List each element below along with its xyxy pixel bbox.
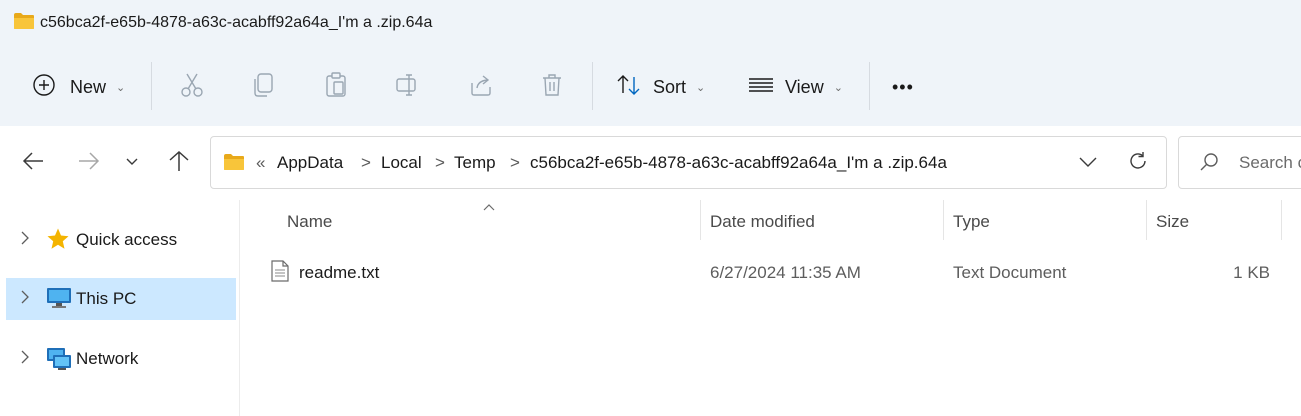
- sort-arrows-icon: [616, 73, 642, 102]
- toolbar-divider: [151, 62, 152, 110]
- new-button[interactable]: New ⌄: [32, 70, 125, 104]
- chevron-right-icon[interactable]: [20, 350, 30, 369]
- up-button[interactable]: [168, 150, 190, 176]
- star-icon: [46, 227, 70, 256]
- text-file-icon: [271, 260, 289, 287]
- breadcrumb-local[interactable]: Local: [381, 153, 422, 173]
- address-bar[interactable]: « AppData > Local > Temp > c56bca2f-e65b…: [210, 136, 1167, 189]
- file-date-modified: 6/27/2024 11:35 AM: [710, 263, 861, 282]
- toolbar-divider: [869, 62, 870, 110]
- list-view-icon: [748, 75, 774, 100]
- sidebar-item-this-pc[interactable]: This PC: [6, 278, 236, 320]
- copy-icon: [252, 72, 276, 103]
- paste-button[interactable]: [324, 70, 348, 104]
- breadcrumb-temp[interactable]: Temp: [454, 153, 496, 173]
- folder-icon: [13, 12, 35, 35]
- new-label: New: [70, 76, 107, 97]
- rename-icon: [395, 73, 421, 102]
- column-divider[interactable]: [1146, 200, 1147, 240]
- share-button[interactable]: [469, 70, 493, 104]
- breadcrumb-separator: >: [510, 153, 520, 172]
- breadcrumb-separator: >: [361, 153, 371, 172]
- view-button[interactable]: View ⌄: [748, 70, 843, 104]
- sidebar-item-label: This PC: [76, 289, 137, 308]
- search-box[interactable]: Search c: [1178, 136, 1301, 189]
- network-icon: [46, 346, 72, 377]
- sort-label: Sort: [653, 76, 687, 97]
- chevron-right-icon[interactable]: [20, 290, 30, 309]
- cut-button[interactable]: [180, 70, 204, 104]
- delete-button[interactable]: [541, 70, 563, 104]
- chevron-down-icon: ⌄: [116, 81, 126, 94]
- column-divider[interactable]: [943, 200, 944, 240]
- column-header-date-modified[interactable]: Date modified: [710, 212, 815, 232]
- sidebar-item-label: Quick access: [76, 230, 178, 249]
- breadcrumb-separator: >: [435, 153, 445, 172]
- breadcrumb-appdata[interactable]: AppData: [277, 153, 343, 173]
- more-options-button[interactable]: •••: [892, 70, 914, 104]
- trash-icon: [541, 73, 563, 102]
- chevron-down-icon: [126, 154, 138, 172]
- file-type: Text Document: [953, 263, 1067, 282]
- arrow-left-icon: [22, 151, 44, 176]
- column-header-size[interactable]: Size: [1156, 212, 1189, 232]
- sort-ascending-indicator: [483, 198, 495, 216]
- chevron-down-icon: ⌄: [833, 81, 843, 94]
- sort-button[interactable]: Sort ⌄: [616, 70, 705, 104]
- breadcrumb-current-folder[interactable]: c56bca2f-e65b-4878-a63c-acabff92a64a_I'm…: [530, 153, 947, 173]
- sidebar-item-quick-access[interactable]: Quick access: [6, 219, 236, 261]
- column-header-type[interactable]: Type: [953, 212, 990, 232]
- scissors-icon: [180, 72, 204, 103]
- arrow-right-icon: [78, 151, 100, 176]
- toolbar-divider: [592, 62, 593, 110]
- column-divider[interactable]: [1281, 200, 1282, 240]
- rename-button[interactable]: [395, 70, 421, 104]
- recent-locations-button[interactable]: [126, 150, 138, 176]
- command-bar: New ⌄ Sort ⌄ View ⌄ •••: [0, 46, 1301, 127]
- overflow-chevron[interactable]: «: [256, 153, 265, 173]
- view-label: View: [785, 76, 824, 97]
- search-icon: [1199, 152, 1219, 177]
- file-name[interactable]: readme.txt: [299, 263, 379, 283]
- file-size: 1 KB: [1233, 263, 1270, 282]
- chevron-down-icon: ⌄: [696, 81, 706, 94]
- sidebar-item-label: Network: [76, 349, 139, 368]
- sidebar-item-network[interactable]: Network: [6, 338, 236, 380]
- column-divider[interactable]: [700, 200, 701, 240]
- address-history-dropdown[interactable]: [1079, 155, 1097, 173]
- plus-circle-icon: [32, 73, 56, 102]
- back-button[interactable]: [22, 150, 44, 176]
- clipboard-icon: [324, 71, 348, 103]
- copy-button[interactable]: [252, 70, 276, 104]
- monitor-icon: [46, 286, 72, 315]
- folder-icon: [223, 153, 245, 176]
- refresh-icon[interactable]: [1128, 151, 1148, 176]
- title-bar: c56bca2f-e65b-4878-a63c-acabff92a64a_I'm…: [0, 0, 1301, 46]
- chevron-right-icon[interactable]: [20, 231, 30, 250]
- forward-button[interactable]: [78, 150, 100, 176]
- arrow-up-icon: [168, 150, 190, 177]
- search-placeholder: Search c: [1239, 153, 1301, 172]
- window-title: c56bca2f-e65b-4878-a63c-acabff92a64a_I'm…: [40, 14, 433, 31]
- navigation-pane: Quick access This PC Network: [0, 200, 240, 416]
- ellipsis-icon: •••: [892, 76, 914, 97]
- column-header-name[interactable]: Name: [287, 212, 332, 232]
- share-icon: [469, 73, 493, 102]
